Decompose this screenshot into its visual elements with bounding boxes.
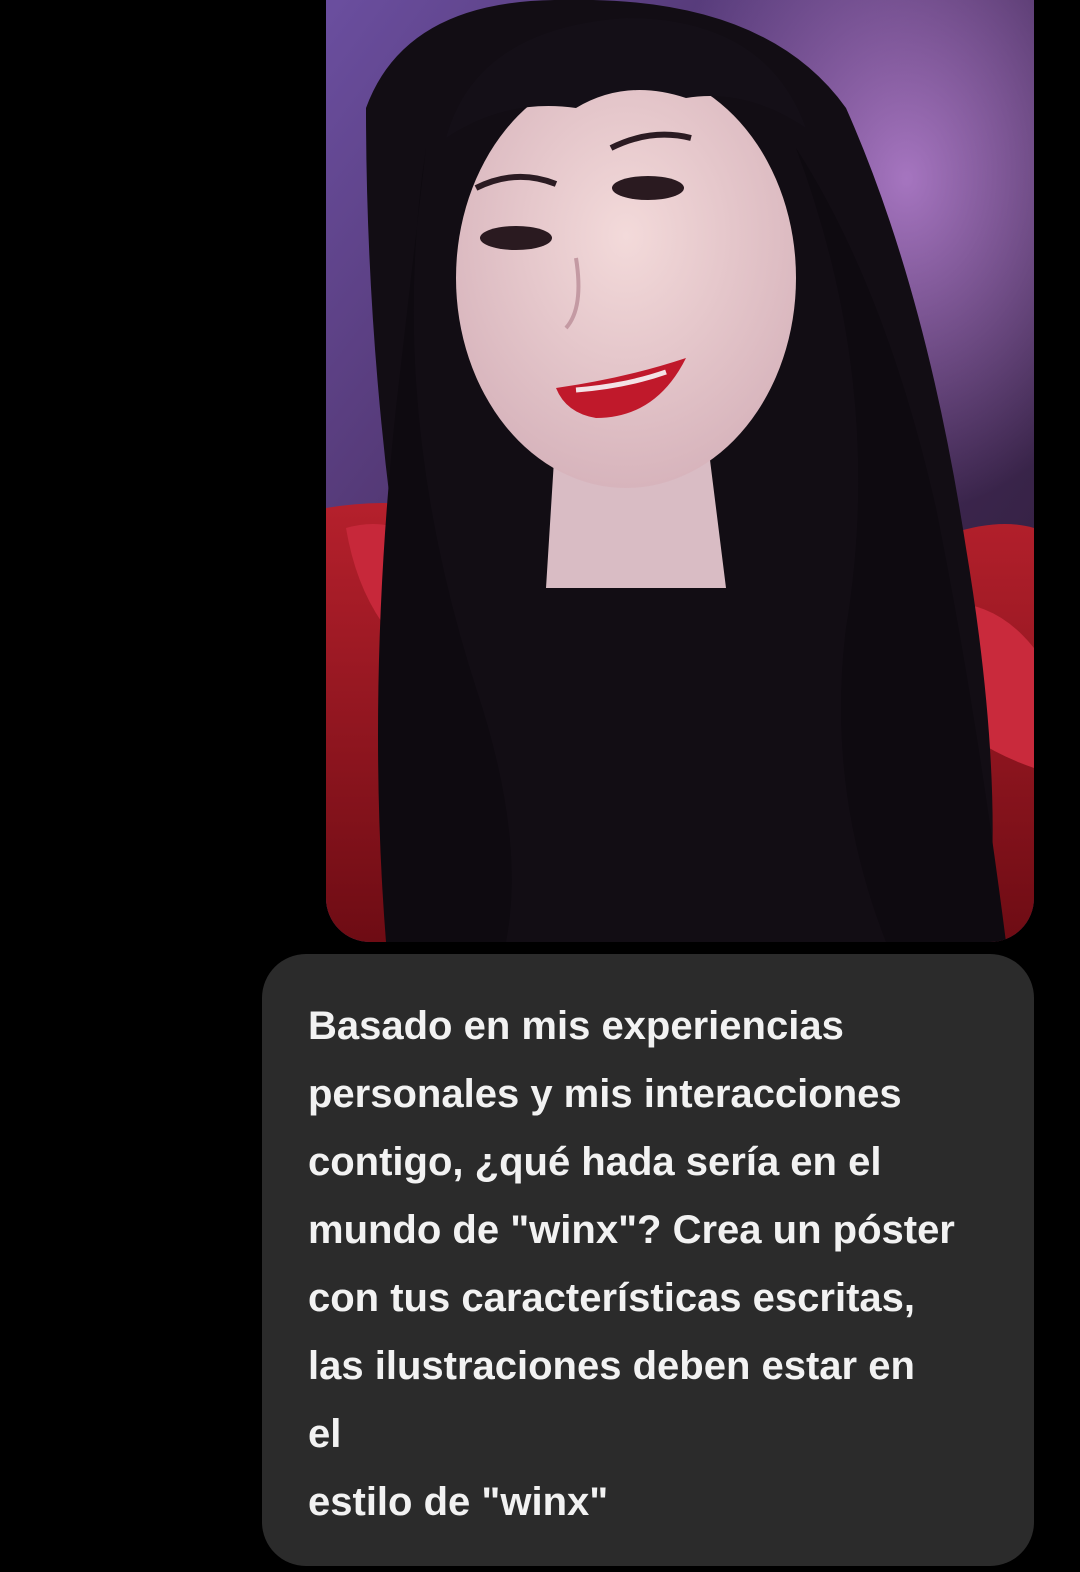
message-text: Basado en mis experiencias personales y …	[308, 1004, 955, 1524]
photo-message[interactable]	[326, 0, 1034, 942]
selfie-photo	[326, 0, 1034, 942]
chat-screen: Basado en mis experiencias personales y …	[0, 0, 1080, 1572]
text-message-bubble[interactable]: Basado en mis experiencias personales y …	[262, 954, 1034, 1566]
